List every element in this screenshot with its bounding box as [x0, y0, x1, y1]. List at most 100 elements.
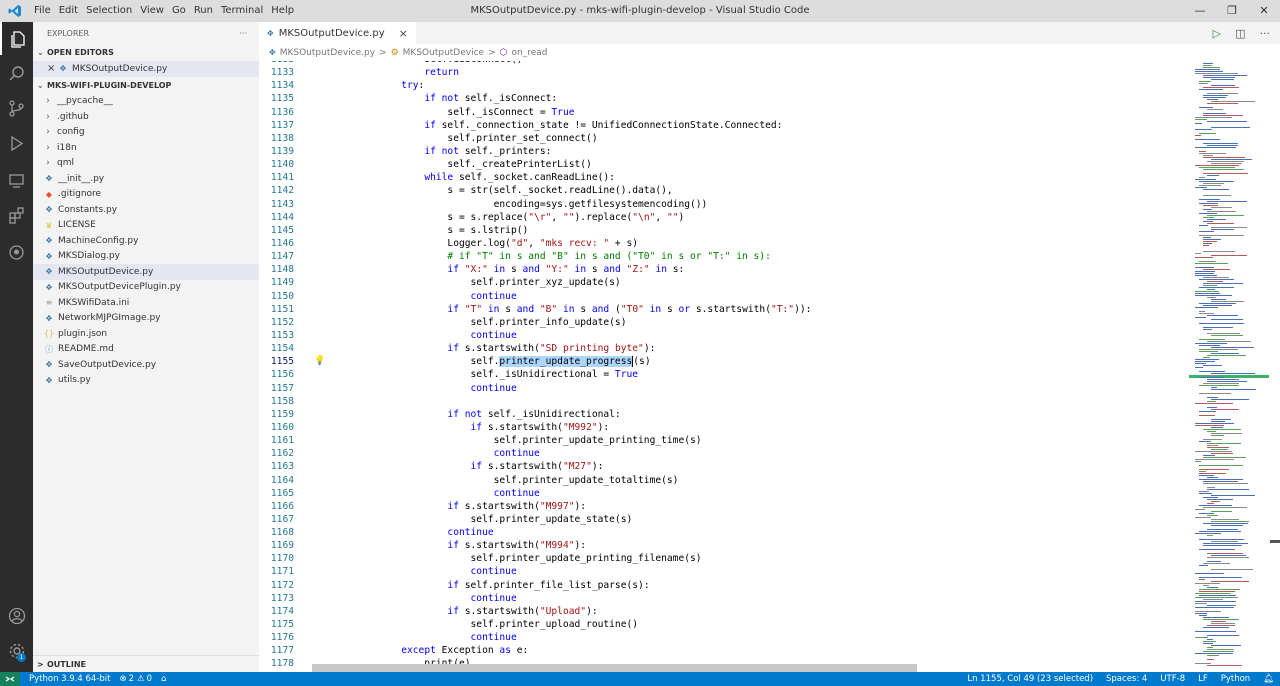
- tab-close-icon[interactable]: ×: [399, 27, 408, 40]
- minimap[interactable]: [1189, 61, 1269, 672]
- minimap-line: [1211, 525, 1243, 526]
- split-editor-icon[interactable]: ◫: [1235, 27, 1245, 40]
- error-icon[interactable]: ⊗: [119, 674, 126, 684]
- code-line: encoding=sys.getfilesystemencoding()): [355, 198, 708, 210]
- folder-item[interactable]: › config: [33, 125, 259, 141]
- open-editor-item[interactable]: × ✥ MKSOutputDevice.py: [33, 61, 259, 77]
- minimap-line: [1195, 359, 1219, 360]
- notifications-bell-icon[interactable]: 🔔︎: [1263, 674, 1274, 684]
- code-line: if "T" in s and "B" in s and ("T0" in s …: [447, 303, 812, 315]
- outline-section[interactable]: > OUTLINE: [33, 655, 259, 672]
- warning-count[interactable]: 0: [147, 674, 152, 684]
- menu-view[interactable]: View: [136, 0, 168, 22]
- menu-selection[interactable]: Selection: [82, 0, 136, 22]
- settings-gear-icon[interactable]: 1: [0, 634, 33, 667]
- code-line: if s.startswith("M994"):: [447, 540, 587, 552]
- code-line: if not self._printers:: [424, 145, 552, 157]
- explorer-icon[interactable]: [0, 22, 33, 55]
- cursor-position[interactable]: Ln 1155, Col 49 (23 selected): [967, 674, 1093, 684]
- minimap-line: [1195, 601, 1236, 602]
- file-item[interactable]: ✥ MKSDialog.py: [33, 249, 259, 265]
- remote-explorer-icon[interactable]: [0, 164, 33, 197]
- vertical-scrollbar[interactable]: [1269, 61, 1280, 672]
- menu-run[interactable]: Run: [190, 0, 217, 22]
- minimize-icon[interactable]: —: [1184, 0, 1216, 22]
- file-item[interactable]: ◆ .gitignore: [33, 187, 259, 203]
- menu-file[interactable]: File: [30, 0, 55, 22]
- minimap-line: [1203, 563, 1230, 564]
- scrollbar-thumb[interactable]: [1270, 540, 1280, 543]
- folder-item[interactable]: › .github: [33, 109, 259, 125]
- run-debug-icon[interactable]: [0, 127, 33, 160]
- minimap-line: [1195, 257, 1213, 258]
- account-icon[interactable]: [0, 599, 33, 632]
- file-item[interactable]: ✥ MKSOutputDevice.py: [33, 264, 259, 280]
- minimap-line: [1199, 595, 1236, 596]
- tab-mksoutputdevice[interactable]: ✥ MKSOutputDevice.py ×: [259, 22, 416, 44]
- folder-item[interactable]: › i18n: [33, 140, 259, 156]
- menu-edit[interactable]: Edit: [55, 0, 82, 22]
- horizontal-scrollbar[interactable]: [312, 664, 917, 672]
- code-line: except Exception as e:: [401, 645, 529, 657]
- file-item[interactable]: ✥ utils.py: [33, 373, 259, 389]
- file-item[interactable]: ⓘ README.md: [33, 342, 259, 358]
- minimap-line: [1203, 585, 1209, 586]
- open-editors-section[interactable]: ⌄ OPEN EDITORS: [33, 44, 259, 61]
- explorer-more-icon[interactable]: ···: [239, 29, 247, 38]
- minimap-line: [1203, 651, 1234, 652]
- live-share-icon[interactable]: ⌂: [161, 674, 166, 684]
- minimap-line: [1199, 177, 1205, 178]
- minimap-line: [1195, 593, 1231, 594]
- remote-icon[interactable]: [0, 672, 20, 686]
- breadcrumb-file[interactable]: MKSOutputDevice.py: [280, 48, 375, 58]
- github-icon[interactable]: [0, 236, 33, 269]
- minimap-line: [1207, 315, 1238, 316]
- menu-help[interactable]: Help: [267, 0, 298, 22]
- error-count[interactable]: 2: [129, 674, 134, 684]
- encoding[interactable]: UTF-8: [1160, 674, 1185, 684]
- file-item[interactable]: ✥ Constants.py: [33, 202, 259, 218]
- minimap-line: [1203, 305, 1232, 306]
- file-item[interactable]: {} plugin.json: [33, 326, 259, 342]
- folder-item[interactable]: › qml: [33, 156, 259, 172]
- minimap-line: [1207, 445, 1218, 446]
- search-icon[interactable]: [0, 57, 33, 90]
- minimap-line: [1211, 409, 1239, 410]
- lightbulb-icon[interactable]: 💡: [314, 355, 325, 368]
- file-item[interactable]: ≡ MKSWifiData.ini: [33, 295, 259, 311]
- close-icon[interactable]: ✕: [1248, 0, 1280, 22]
- minimap-line: [1195, 425, 1224, 426]
- python-interpreter[interactable]: Python 3.9.4 64-bit: [29, 674, 110, 684]
- code-line: self.printer_update_totaltime(s): [355, 474, 679, 486]
- minimap-line: [1195, 367, 1203, 368]
- breadcrumb-class[interactable]: MKSOutputDevice: [403, 48, 484, 58]
- menu-terminal[interactable]: Terminal: [217, 0, 267, 22]
- more-actions-icon[interactable]: ···: [1260, 27, 1271, 40]
- minimap-line: [1199, 385, 1239, 386]
- warning-icon[interactable]: ⚠: [137, 674, 145, 684]
- file-item[interactable]: ✥ MachineConfig.py: [33, 233, 259, 249]
- run-file-icon[interactable]: ▷: [1213, 27, 1221, 40]
- file-item[interactable]: ✥ MKSOutputDevicePlugin.py: [33, 280, 259, 296]
- folder-item[interactable]: › __pycache__: [33, 94, 259, 110]
- menu-go[interactable]: Go: [168, 0, 190, 22]
- file-item[interactable]: ✥ NetworkMJPGImage.py: [33, 311, 259, 327]
- file-item[interactable]: ♛ LICENSE: [33, 218, 259, 234]
- breadcrumb-method[interactable]: on_read: [511, 48, 547, 58]
- method-icon: ⬡: [499, 47, 508, 58]
- language-mode[interactable]: Python: [1221, 674, 1250, 684]
- file-item[interactable]: ✥ SaveOutputDevice.py: [33, 357, 259, 373]
- file-item[interactable]: ✥ __init__.py: [33, 171, 259, 187]
- end-of-line[interactable]: LF: [1198, 674, 1208, 684]
- python-file-icon: ✥: [45, 267, 53, 277]
- minimap-line: [1199, 167, 1235, 168]
- extensions-icon[interactable]: [0, 199, 33, 232]
- minimap-line: [1195, 597, 1238, 598]
- indentation[interactable]: Spaces: 4: [1106, 674, 1147, 684]
- code-editor[interactable]: 1132 self.disconnect() 1133 return 1134 …: [259, 61, 1189, 672]
- restore-icon[interactable]: ❐: [1216, 0, 1248, 22]
- minimap-line: [1203, 497, 1218, 498]
- close-icon[interactable]: ×: [47, 63, 57, 74]
- project-section[interactable]: ⌄ MKS-WIFI-PLUGIN-DEVELOP: [33, 77, 259, 94]
- source-control-icon[interactable]: [0, 92, 33, 125]
